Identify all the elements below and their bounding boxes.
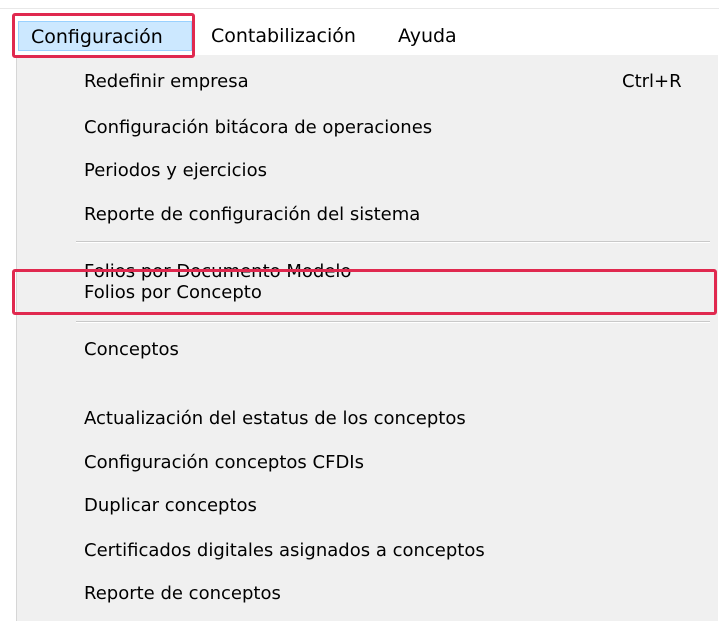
shortcut-ctrl-r: Ctrl+R	[622, 71, 682, 92]
menu-item-conceptos[interactable]: Conceptos	[84, 336, 179, 364]
menu-separator	[76, 321, 710, 323]
menu-item-configuracion-bitacora[interactable]: Configuración bitácora de operaciones	[84, 114, 432, 142]
menu-item-reporte-conceptos[interactable]: Reporte de conceptos	[84, 580, 281, 608]
menu-item-actualizacion-estatus-conceptos[interactable]: Actualización del estatus de los concept…	[84, 405, 466, 433]
menu-item-certificados-digitales[interactable]: Certificados digitales asignados a conce…	[84, 537, 485, 565]
menu-ayuda[interactable]: Ayuda	[398, 21, 457, 51]
menu-item-duplicar-conceptos[interactable]: Duplicar conceptos	[84, 492, 257, 520]
menu-bar: Configuración Contabilización Ayuda	[0, 0, 719, 62]
menu-item-folios-concepto[interactable]: Folios por Concepto	[84, 279, 262, 307]
menu-contabilizacion[interactable]: Contabilización	[211, 21, 356, 51]
menu-item-periodos-ejercicios[interactable]: Periodos y ejercicios	[84, 157, 267, 185]
menu-bar-divider	[0, 8, 719, 9]
menu-item-reporte-configuracion-sistema[interactable]: Reporte de configuración del sistema	[84, 201, 420, 229]
menu-separator	[76, 241, 710, 243]
menu-item-configuracion-conceptos-cfdis[interactable]: Configuración conceptos CFDIs	[84, 449, 364, 477]
menu-configuracion[interactable]: Configuración	[18, 21, 192, 51]
menu-item-redefinir-empresa[interactable]: Redefinir empresa	[84, 68, 249, 96]
